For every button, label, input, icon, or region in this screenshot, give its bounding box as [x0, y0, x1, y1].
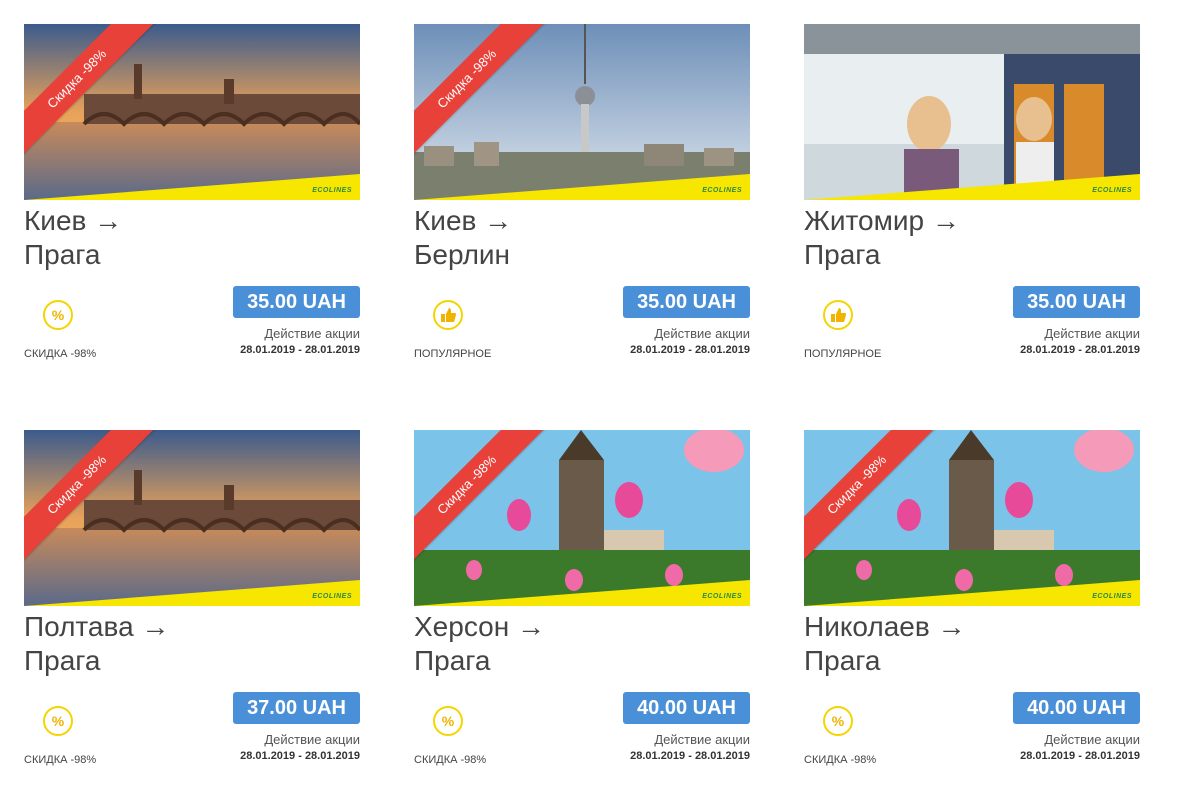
- route-title[interactable]: Житомир → Прага: [804, 204, 960, 272]
- badge-label: ПОПУЛЯРНОЕ: [804, 348, 882, 360]
- offer-card: Скидка -98% ECOLINES Киев → Прага % СКИД…: [24, 24, 360, 384]
- offer-image-berlin[interactable]: Скидка -98% ECOLINES: [414, 24, 750, 200]
- route-to: Прага: [24, 645, 101, 676]
- route-to: Прага: [414, 645, 491, 676]
- route-from: Полтава →: [24, 611, 170, 642]
- ecolines-logo: ECOLINES: [1092, 593, 1132, 600]
- route-title[interactable]: Херсон → Прага: [414, 610, 545, 678]
- svg-text:%: %: [52, 713, 65, 729]
- route-title[interactable]: Киев → Берлин: [414, 204, 512, 272]
- prague-tulips-illustration: [804, 430, 1140, 606]
- promo-validity-dates: 28.01.2019 - 28.01.2019: [1020, 344, 1140, 356]
- percent-icon: %: [43, 300, 73, 330]
- badge-label: СКИДКА -98%: [24, 754, 97, 766]
- ecolines-logo: ECOLINES: [312, 187, 352, 194]
- price-button[interactable]: 37.00 UAH: [233, 692, 360, 724]
- promo-validity-label: Действие акции: [654, 326, 750, 341]
- price-button[interactable]: 35.00 UAH: [1013, 286, 1140, 318]
- badge-label: СКИДКА -98%: [24, 348, 97, 360]
- thumbs-up-icon: [433, 300, 463, 330]
- ecolines-logo: ECOLINES: [702, 593, 742, 600]
- price-button[interactable]: 40.00 UAH: [1013, 692, 1140, 724]
- offer-card: ECOLINES Житомир → Прага ПОПУЛЯРНОЕ 35.0…: [804, 24, 1140, 384]
- ecolines-logo: ECOLINES: [702, 187, 742, 194]
- promo-validity-dates: 28.01.2019 - 28.01.2019: [630, 344, 750, 356]
- badge-label: ПОПУЛЯРНОЕ: [414, 348, 492, 360]
- promo-validity-dates: 28.01.2019 - 28.01.2019: [630, 750, 750, 762]
- route-to: Прага: [804, 239, 881, 270]
- offer-image-prague-tulips[interactable]: Скидка -98% ECOLINES: [804, 430, 1140, 606]
- route-from: Херсон →: [414, 611, 545, 642]
- price-button[interactable]: 35.00 UAH: [233, 286, 360, 318]
- offer-card: Скидка -98% ECOLINES Херсон → Прага % СК…: [414, 430, 750, 790]
- ecolines-logo: ECOLINES: [312, 593, 352, 600]
- route-from: Николаев →: [804, 611, 966, 642]
- promo-validity-dates: 28.01.2019 - 28.01.2019: [240, 344, 360, 356]
- route-to: Прага: [24, 239, 101, 270]
- berlin-tv-tower-illustration: [414, 24, 750, 200]
- promo-validity-dates: 28.01.2019 - 28.01.2019: [1020, 750, 1140, 762]
- percent-icon: %: [823, 706, 853, 736]
- percent-icon: %: [433, 706, 463, 736]
- svg-text:%: %: [442, 713, 455, 729]
- route-to: Берлин: [414, 239, 511, 270]
- route-title[interactable]: Полтава → Прага: [24, 610, 169, 678]
- price-button[interactable]: 40.00 UAH: [623, 692, 750, 724]
- offer-card: Скидка -98% ECOLINES Полтава → Прага % С…: [24, 430, 360, 790]
- bus-passengers-illustration: [804, 24, 1140, 200]
- promo-validity-label: Действие акции: [654, 732, 750, 747]
- promo-validity-dates: 28.01.2019 - 28.01.2019: [240, 750, 360, 762]
- route-from: Киев →: [414, 205, 513, 236]
- route-title[interactable]: Николаев → Прага: [804, 610, 966, 678]
- promo-validity-label: Действие акции: [264, 326, 360, 341]
- badge-label: СКИДКА -98%: [414, 754, 487, 766]
- svg-text:%: %: [832, 713, 845, 729]
- ecolines-logo: ECOLINES: [1092, 187, 1132, 194]
- badge-label: СКИДКА -98%: [804, 754, 877, 766]
- prague-tulips-illustration: [414, 430, 750, 606]
- promo-validity-label: Действие акции: [1044, 326, 1140, 341]
- offer-image-bus[interactable]: ECOLINES: [804, 24, 1140, 200]
- offer-card: Скидка -98% ECOLINES Киев → Берлин ПОПУЛ…: [414, 24, 750, 384]
- route-to: Прага: [804, 645, 881, 676]
- route-from: Житомир →: [804, 205, 960, 236]
- prague-bridge-illustration: [24, 24, 360, 200]
- thumbs-up-icon: [823, 300, 853, 330]
- offer-card: Скидка -98% ECOLINES Николаев → Прага % …: [804, 430, 1140, 790]
- prague-bridge-illustration: [24, 430, 360, 606]
- offer-image-prague-bridge[interactable]: Скидка -98% ECOLINES: [24, 430, 360, 606]
- svg-text:%: %: [52, 307, 65, 323]
- promo-validity-label: Действие акции: [264, 732, 360, 747]
- offer-image-prague-bridge[interactable]: Скидка -98% ECOLINES: [24, 24, 360, 200]
- offer-image-prague-tulips[interactable]: Скидка -98% ECOLINES: [414, 430, 750, 606]
- percent-icon: %: [43, 706, 73, 736]
- promo-validity-label: Действие акции: [1044, 732, 1140, 747]
- price-button[interactable]: 35.00 UAH: [623, 286, 750, 318]
- route-title[interactable]: Киев → Прага: [24, 204, 122, 272]
- route-from: Киев →: [24, 205, 123, 236]
